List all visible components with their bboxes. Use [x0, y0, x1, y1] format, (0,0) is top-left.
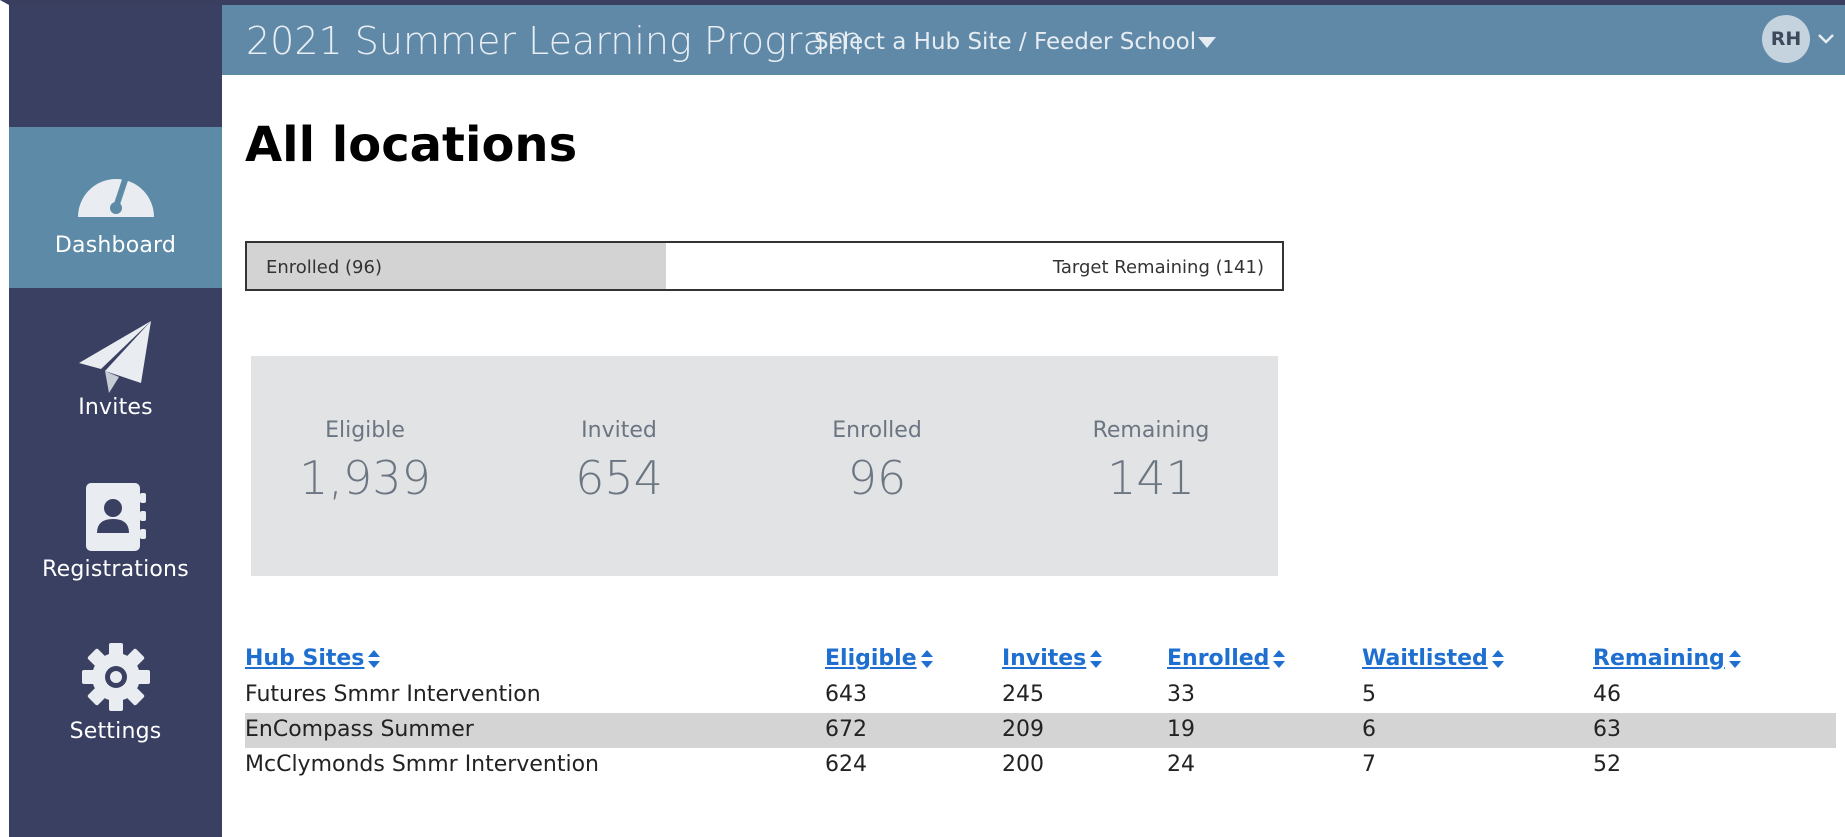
column-header-hub-sites[interactable]: Hub Sites — [245, 646, 381, 671]
sort-icon — [920, 650, 933, 668]
page-title: All locations — [245, 117, 578, 173]
site-select-dropdown[interactable]: Select a Hub Site / Feeder School — [814, 29, 1196, 55]
column-header-label: Hub Sites — [245, 646, 365, 671]
sort-icon — [1491, 650, 1504, 668]
stat-value: 654 — [575, 451, 663, 505]
table-row[interactable]: Futures Smmr Intervention 643 245 33 5 4… — [245, 678, 1836, 713]
table-cell: 52 — [1593, 752, 1621, 777]
column-header-enrolled[interactable]: Enrolled — [1167, 646, 1286, 671]
stat-value: 1,939 — [299, 451, 431, 505]
sidebar-item-label: Settings — [69, 719, 162, 744]
table-cell: 24 — [1167, 752, 1195, 777]
stat-value: 96 — [847, 451, 907, 505]
column-header-invites[interactable]: Invites — [1002, 646, 1103, 671]
user-avatar[interactable]: RH — [1762, 15, 1810, 63]
enrollment-progress-bar: Enrolled (96) Target Remaining (141) — [245, 241, 1284, 291]
stat-invited: Invited 654 — [505, 418, 733, 505]
top-header: 2021 Summer Learning Program Select a Hu… — [222, 5, 1845, 75]
sidebar-item-label: Invites — [78, 395, 153, 420]
paper-plane-icon — [78, 321, 151, 393]
table-cell: Futures Smmr Intervention — [245, 682, 541, 707]
stat-label: Remaining — [1092, 418, 1210, 443]
table-cell: 7 — [1362, 752, 1376, 777]
table-cell: 200 — [1002, 752, 1044, 777]
table-cell: 6 — [1362, 717, 1376, 742]
table-cell: McClymonds Smmr Intervention — [245, 752, 599, 777]
sidebar: Dashboard Invites Registrations Settings — [9, 5, 222, 837]
column-header-label: Enrolled — [1167, 646, 1270, 671]
table-row[interactable]: McClymonds Smmr Intervention 624 200 24 … — [245, 748, 1836, 783]
sidebar-item-registrations[interactable]: Registrations — [9, 451, 222, 612]
table-cell: 209 — [1002, 717, 1044, 742]
table-cell: 46 — [1593, 682, 1621, 707]
stats-panel: Eligible 1,939 Invited 654 Enrolled 96 R… — [251, 356, 1278, 576]
contact-book-icon — [85, 483, 146, 551]
speedometer-icon — [77, 177, 154, 217]
sort-icon — [1728, 650, 1741, 668]
stat-value: 141 — [1107, 451, 1195, 505]
table-cell: EnCompass Summer — [245, 717, 474, 742]
progress-remaining-label: Target Remaining (141) — [1052, 257, 1264, 278]
column-header-label: Waitlisted — [1362, 646, 1488, 671]
sort-icon — [1090, 650, 1103, 668]
gear-icon — [81, 643, 150, 711]
column-header-waitlisted[interactable]: Waitlisted — [1362, 646, 1504, 671]
sidebar-item-settings[interactable]: Settings — [9, 613, 222, 774]
table-cell: 63 — [1593, 717, 1621, 742]
sidebar-item-label: Dashboard — [54, 233, 177, 258]
table-cell: 245 — [1002, 682, 1044, 707]
sidebar-item-dashboard[interactable]: Dashboard — [9, 127, 222, 288]
sidebar-item-label: Registrations — [42, 557, 189, 582]
table-cell: 672 — [825, 717, 867, 742]
column-header-remaining[interactable]: Remaining — [1593, 646, 1741, 671]
stat-eligible: Eligible 1,939 — [251, 418, 479, 505]
stat-enrolled: Enrolled 96 — [763, 418, 991, 505]
stat-label: Enrolled — [832, 418, 922, 443]
app-title: 2021 Summer Learning Program — [246, 19, 863, 63]
table-cell: 643 — [825, 682, 867, 707]
column-header-label: Eligible — [825, 646, 917, 671]
column-header-label: Invites — [1002, 646, 1087, 671]
chevron-down-icon[interactable] — [1817, 33, 1835, 44]
stat-label: Eligible — [325, 418, 405, 443]
caret-down-icon[interactable] — [1198, 37, 1216, 48]
table-cell: 5 — [1362, 682, 1376, 707]
table-cell: 33 — [1167, 682, 1195, 707]
user-initials: RH — [1770, 28, 1802, 50]
column-header-label: Remaining — [1593, 646, 1725, 671]
stat-label: Invited — [581, 418, 657, 443]
sidebar-item-invites[interactable]: Invites — [9, 289, 222, 450]
table-cell: 624 — [825, 752, 867, 777]
table-cell: 19 — [1167, 717, 1195, 742]
table-row[interactable]: EnCompass Summer 672 209 19 6 63 — [245, 713, 1836, 748]
sort-icon — [1273, 650, 1286, 668]
progress-enrolled-label: Enrolled (96) — [266, 257, 382, 278]
stat-remaining: Remaining 141 — [1037, 418, 1265, 505]
sort-icon — [368, 650, 381, 668]
column-header-eligible[interactable]: Eligible — [825, 646, 933, 671]
